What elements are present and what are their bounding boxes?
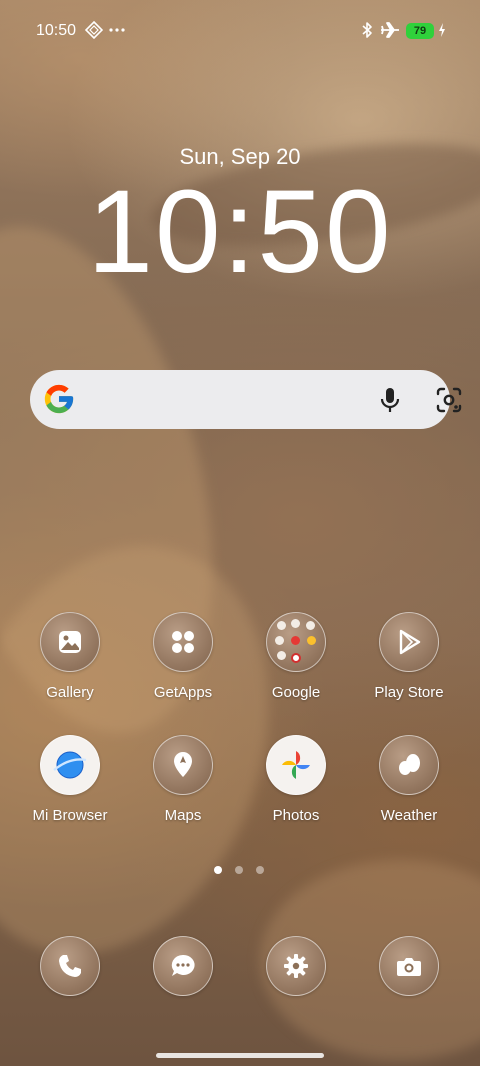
airplane-icon (381, 22, 399, 38)
dock-camera[interactable] (379, 936, 439, 996)
app-label: Mi Browser (32, 807, 108, 824)
status-time: 10:50 (36, 22, 77, 39)
app-label: GetApps (153, 684, 213, 701)
battery-icon: 79 (406, 23, 434, 39)
app-label: Play Store (374, 684, 444, 701)
home-screen: 10:50 79 Sun, Sep 20 10:50 Gallery GetAp… (0, 0, 480, 1066)
phone-icon (40, 936, 100, 996)
dock-phone[interactable] (40, 936, 100, 996)
gallery-icon (40, 612, 100, 672)
app-photos[interactable]: Photos (241, 735, 351, 824)
settings-icon (266, 936, 326, 996)
bluetooth-icon (362, 22, 372, 38)
app-label: Maps (164, 807, 202, 824)
clock-widget[interactable]: 10:50 (0, 168, 480, 296)
app-weather[interactable]: Weather (354, 735, 464, 824)
microphone-icon[interactable] (374, 384, 406, 416)
camera-icon (379, 936, 439, 996)
app-label: Google (271, 684, 321, 701)
dock-settings[interactable] (266, 936, 326, 996)
app-label: Weather (380, 807, 438, 824)
app-mi-browser[interactable]: Mi Browser (15, 735, 125, 824)
google-lens-icon[interactable] (432, 384, 466, 416)
app-gallery[interactable]: Gallery (15, 612, 125, 701)
home-gesture-bar[interactable] (156, 1053, 324, 1058)
app-folder-google[interactable]: Google (241, 612, 351, 701)
google-g-icon (44, 384, 74, 414)
play-store-icon (379, 612, 439, 672)
battery-level: 79 (413, 25, 427, 37)
google-search-bar[interactable] (30, 370, 462, 429)
maps-icon (153, 735, 213, 795)
dock-messages[interactable] (153, 936, 213, 996)
page-dot-active (214, 866, 222, 874)
app-label: Gallery (46, 684, 94, 701)
app-maps[interactable]: Maps (128, 735, 238, 824)
mi-browser-icon (40, 735, 100, 795)
app-getapps[interactable]: GetApps (128, 612, 238, 701)
status-bar: 10:50 79 (0, 0, 480, 62)
google-folder-icon (266, 612, 326, 672)
page-dot (256, 866, 264, 874)
weather-icon (379, 735, 439, 795)
more-dots-icon (109, 28, 125, 32)
page-indicator[interactable] (214, 866, 274, 876)
charging-bolt-icon (439, 23, 445, 37)
photos-icon (266, 735, 326, 795)
page-dot (235, 866, 243, 874)
app-play-store[interactable]: Play Store (354, 612, 464, 701)
app-label: Photos (272, 807, 320, 824)
vpn-diamond-icon (85, 21, 103, 39)
getapps-icon (153, 612, 213, 672)
messages-icon (153, 936, 213, 996)
